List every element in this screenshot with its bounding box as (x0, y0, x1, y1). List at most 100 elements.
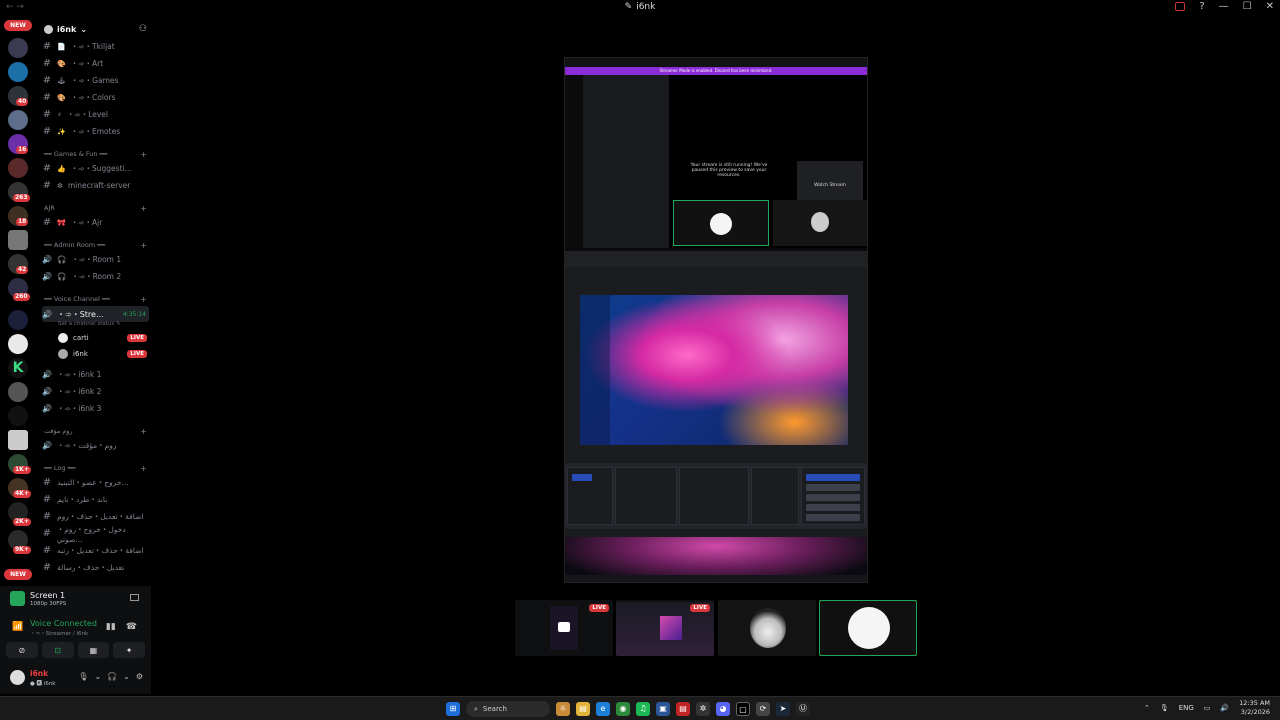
plus-icon[interactable]: + (140, 241, 147, 250)
new-pill-bottom[interactable]: NEW (4, 569, 32, 580)
file-explorer-icon[interactable]: ▤ (576, 702, 590, 716)
channel-item[interactable]: # ✨ ・➾・Emotes (42, 124, 149, 139)
category-header[interactable]: ━━ Games & Fun ━━ + (44, 148, 147, 160)
plus-icon[interactable]: + (140, 150, 147, 159)
category-header[interactable]: ━━ Log ━━ + (44, 462, 147, 474)
server-header[interactable]: i6nk ⌄ ⚇ (44, 22, 147, 36)
avatar[interactable] (10, 670, 25, 685)
stream-view[interactable]: Streamer Mode is enabled. Discord has be… (564, 57, 868, 583)
server-icon[interactable] (8, 110, 28, 130)
voice-user[interactable]: i6nk LIVE (58, 347, 147, 361)
channel-item[interactable]: # ❇ minecraft-server (42, 178, 149, 193)
channel-status[interactable]: Set a channel status ✎ (58, 321, 121, 327)
voice-user[interactable]: carti LIVE (58, 331, 147, 345)
app-icon[interactable]: ▣ (656, 702, 670, 716)
channel-item[interactable]: # دخول・خروج・روم・صوتي... (42, 525, 149, 544)
widgets-icon[interactable]: ☼ (556, 702, 570, 716)
category-header[interactable]: روم مؤقت + (44, 425, 147, 437)
category-header[interactable]: AJR + (44, 202, 147, 214)
channel-item[interactable]: # باند・طرد・تايم (42, 492, 149, 507)
noise-suppression-icon[interactable]: ▮▮ (106, 622, 116, 632)
plus-icon[interactable]: + (140, 427, 147, 436)
minimize-button[interactable]: — (1219, 1, 1229, 12)
server-icon[interactable] (8, 382, 28, 402)
soundboard-button[interactable]: ✦ (113, 642, 145, 658)
app-icon[interactable]: ▤ (676, 702, 690, 716)
channel-item[interactable]: # تعديل・حذف・رسالة (42, 560, 149, 575)
settings-icon[interactable]: ✲ (696, 702, 710, 716)
channel-item[interactable]: # 🎨 ・➾・Colors (42, 90, 149, 105)
category-header[interactable]: ━━ Admin Room ━━ + (44, 239, 147, 251)
camera-off-button[interactable]: ⊘ (6, 642, 38, 658)
steam-icon[interactable]: ➤ (776, 702, 790, 716)
participant-tile-selected[interactable] (819, 600, 917, 656)
channel-item[interactable]: # 🎨 ・➾・Art (42, 56, 149, 71)
voice-channel-path[interactable]: ・➾・Streamer / i6nk (30, 629, 88, 637)
folder-icon[interactable] (8, 310, 28, 330)
screen-share-button[interactable]: ⊡ (41, 642, 74, 658)
activities-button[interactable]: ▦ (77, 642, 110, 658)
edge-icon[interactable]: e (596, 702, 610, 716)
chevron-down-icon[interactable]: ⌄ (94, 672, 101, 681)
start-icon[interactable]: ⊞ (446, 702, 460, 716)
app-icon[interactable]: ▢ (736, 702, 750, 716)
server-icon[interactable] (8, 406, 28, 426)
discord-icon[interactable]: ◕ (716, 702, 730, 716)
spotify-icon[interactable]: ♫ (636, 702, 650, 716)
network-icon[interactable]: ▭ (1204, 704, 1211, 712)
chevron-up-icon[interactable]: ⌃ (1144, 704, 1150, 712)
server-icon[interactable] (8, 430, 28, 450)
inbox-icon[interactable] (1175, 2, 1186, 11)
volume-icon[interactable]: 🔊 (1220, 704, 1229, 712)
stop-stream-icon[interactable] (130, 594, 139, 601)
active-voice-channel[interactable]: 🔊 ・➾・Stre... 4:35:14 (42, 306, 149, 322)
voice-channel-item[interactable]: 🔊 🎧 ・➾・Room 2 (42, 269, 149, 284)
app-icon[interactable]: ⟳ (756, 702, 770, 716)
voice-channel-item[interactable]: 🔊 🎧 ・➾・Room 1 (42, 252, 149, 267)
help-icon[interactable]: ? (1199, 1, 1204, 12)
close-button[interactable]: ✕ (1266, 1, 1274, 12)
voice-channel-item[interactable]: 🔊 ・➾・روم・مؤقت (42, 438, 149, 453)
gear-icon[interactable]: ⚙ (136, 672, 143, 681)
server-icon[interactable] (8, 230, 28, 250)
language-indicator[interactable]: ENG (1179, 704, 1194, 712)
search-box[interactable]: ⌕ Search (466, 701, 550, 717)
kick-icon[interactable]: K (8, 358, 28, 378)
clock[interactable]: 12:35 AM 3/2/2026 (1239, 699, 1270, 717)
server-icon[interactable] (8, 158, 28, 178)
disconnect-icon[interactable]: ☎ (126, 622, 137, 632)
voice-channel-item[interactable]: 🔊 ・➾・i6nk 3 (42, 401, 149, 416)
server-icon[interactable] (8, 38, 28, 58)
plus-icon[interactable]: + (140, 464, 147, 473)
channel-item[interactable]: # خروج・عضو・التبنيد... (42, 475, 149, 490)
voice-channel-item[interactable]: 🔊 ・➾・i6nk 2 (42, 384, 149, 399)
server-icon[interactable] (8, 62, 28, 82)
maximize-button[interactable]: ☐ (1243, 1, 1252, 12)
screenshare-quality[interactable]: 1080p 30FPS (30, 601, 66, 607)
invite-icon[interactable]: ⚇ (139, 24, 147, 34)
category-header[interactable]: ━━ Voice Channel ━━ + (44, 293, 147, 305)
channel-item[interactable]: # 📄 ・➾・Tkiljat (42, 39, 149, 54)
voice-channel-item[interactable]: 🔊 ・➾・i6nk 1 (42, 367, 149, 382)
app-icon[interactable]: Ⓤ (796, 702, 810, 716)
microphone-icon[interactable]: 🎙 (78, 672, 88, 681)
channel-item[interactable]: # 👍 ・➾・Suggesti... (42, 161, 149, 176)
headphones-icon[interactable]: 🎧 (107, 672, 117, 681)
chevron-down-icon[interactable]: ⌄ (123, 672, 130, 681)
new-pill-top[interactable]: NEW (4, 20, 32, 31)
chrome-icon[interactable]: ◉ (616, 702, 630, 716)
microphone-icon[interactable]: 🎙 (1160, 704, 1169, 712)
stream-tile[interactable]: LIVE (515, 600, 613, 656)
signal-icon[interactable]: 📶 (12, 622, 23, 632)
plus-icon[interactable]: + (140, 295, 147, 304)
channel-item[interactable]: # اضافة・تعديل・حذف・روم (42, 509, 149, 524)
channel-item[interactable]: # ⚡ ・➾・Level (42, 107, 149, 122)
plus-icon[interactable]: + (140, 204, 147, 213)
channel-item[interactable]: # 🎀 ・➾・Ajr (42, 215, 149, 230)
channel-item[interactable]: # اضافة・حذف・تعديل・رتبه (42, 543, 149, 558)
channel-item[interactable]: # 🕹 ・➾・Games (42, 73, 149, 88)
user-name[interactable]: i6nk (30, 669, 48, 678)
server-icon[interactable] (8, 334, 28, 354)
stream-tile[interactable]: LIVE (616, 600, 714, 656)
participant-tile[interactable] (718, 600, 816, 656)
